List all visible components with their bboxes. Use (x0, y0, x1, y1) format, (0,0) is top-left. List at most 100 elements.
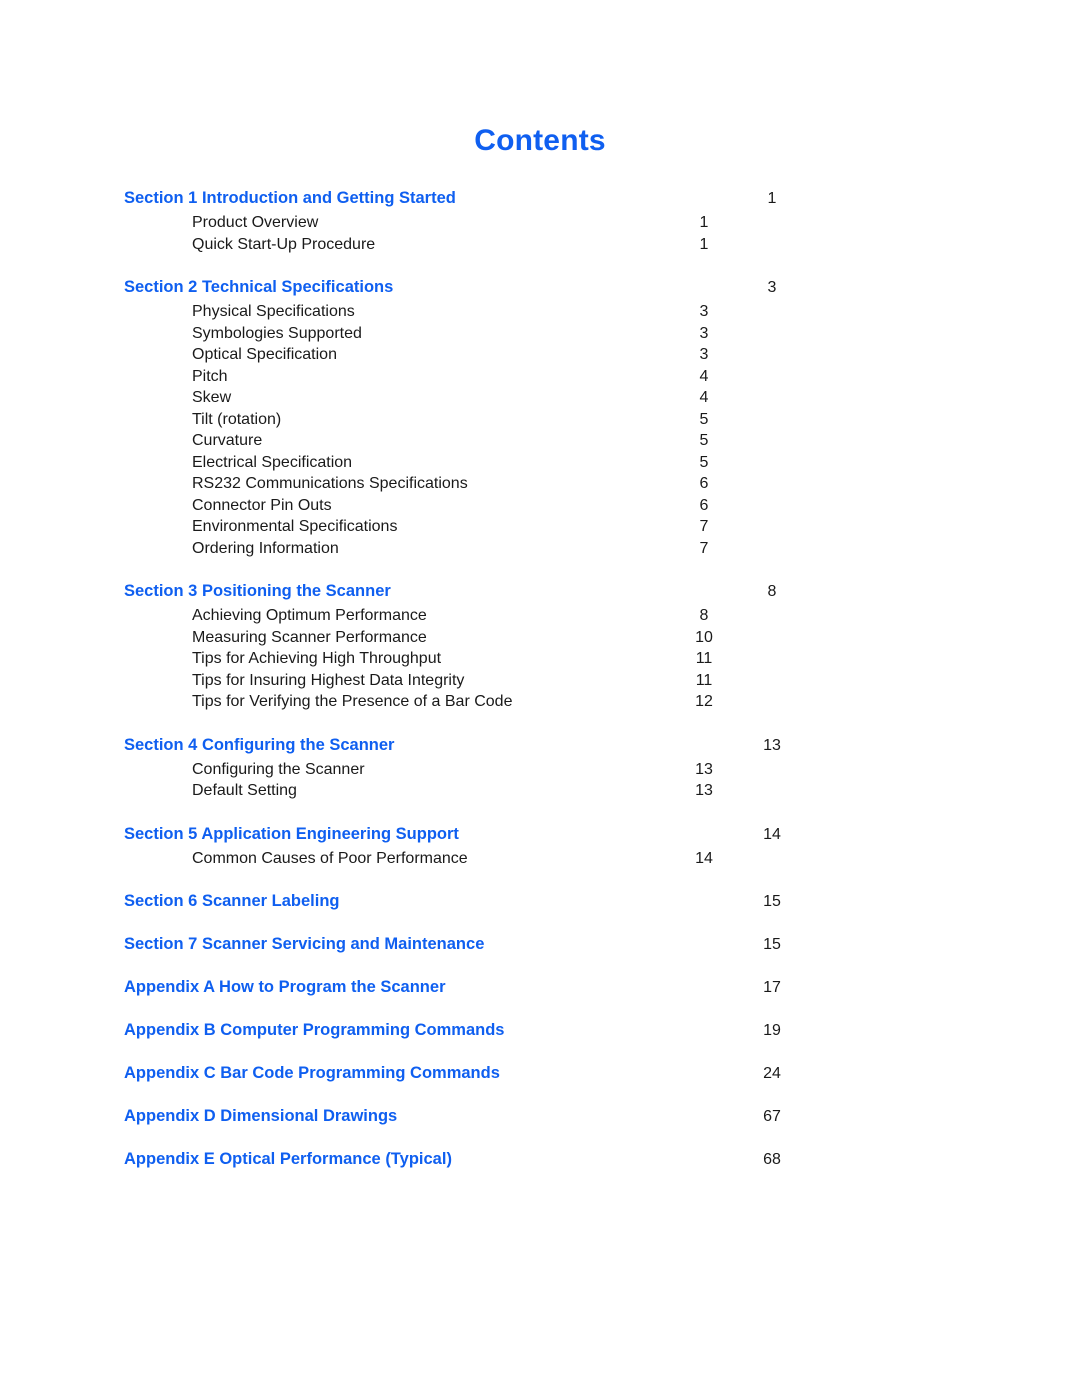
toc-entry-page-number: 1 (699, 214, 709, 231)
toc-entry[interactable]: Curvature 5 (124, 430, 864, 452)
toc-entry-label: Product Overview (192, 214, 319, 231)
toc-section-label: Section 5 Application Engineering Suppor… (124, 824, 459, 843)
toc-entry-label: Electrical Specification (192, 453, 353, 471)
toc-section-page-number: 8 (767, 583, 777, 600)
toc-group: Section 7 Scanner Servicing and Maintena… (124, 932, 864, 957)
toc-entry-page-number: 3 (699, 324, 709, 342)
toc-entry-page-number: 3 (699, 346, 709, 363)
toc-entry-page-number: 10 (695, 628, 713, 646)
toc-entry-label: Default Setting (192, 782, 297, 799)
toc-entry-label: Skew (192, 389, 232, 406)
toc-entry[interactable]: Product Overview 1 (124, 212, 864, 234)
toc-section-heading[interactable]: Section 5 Application Engineering Suppor… (124, 822, 864, 847)
toc-entry-page-number: 5 (699, 453, 709, 471)
toc-group: Section 3 Positioning the Scanner 8 Achiev… (124, 579, 864, 713)
toc-entry-label: Pitch (192, 367, 228, 385)
toc-section-heading[interactable]: Section 2 Technical Specifications 3 (124, 275, 864, 300)
toc-group: Section 2 Technical Specifications 3 Physi… (124, 275, 864, 559)
toc-entry[interactable]: Electrical Specification 5 (124, 452, 864, 474)
toc-section-heading[interactable]: Appendix A How to Program the Scanner 17 (124, 975, 864, 1000)
toc-section-heading[interactable]: Section 6 Scanner Labeling 15 (124, 889, 864, 914)
toc-entry-page-number: 4 (699, 389, 709, 406)
toc-section-label: Section 3 Positioning the Scanner (124, 582, 391, 600)
toc-section-heading[interactable]: Appendix E Optical Performance (Typical)… (124, 1147, 864, 1172)
toc-entry-page-number: 1 (699, 235, 709, 253)
toc-section-label: Section 2 Technical Specifications (124, 278, 394, 296)
toc-entry-page-number: 11 (695, 671, 713, 689)
toc-section-heading[interactable]: Appendix C Bar Code Programming Commands… (124, 1061, 864, 1086)
toc-entry-page-number: 12 (695, 693, 713, 710)
toc-entry[interactable]: RS232 Communications Specifications 6 (124, 473, 864, 495)
toc-entry-page-number: 7 (699, 539, 709, 557)
toc-entry[interactable]: Ordering Information 7 (124, 538, 864, 560)
toc-entry-label: Tips for Achieving High Throughput (192, 650, 442, 667)
toc-group: Section 4 Configuring the Scanner 13 Confi… (124, 733, 864, 802)
toc-section-page-number: 14 (763, 825, 781, 843)
toc-entry-label: Tilt (rotation) (192, 410, 282, 428)
toc-entry-page-number: 13 (695, 760, 713, 778)
toc-entry[interactable]: Achieving Optimum Performance 8 (124, 605, 864, 627)
page-title: Contents (474, 124, 606, 157)
toc-entry-label: Common Causes of Poor Performance (192, 849, 468, 867)
toc-entry-page-number: 13 (695, 782, 713, 799)
toc-section-heading[interactable]: Section 7 Scanner Servicing and Maintena… (124, 932, 864, 957)
toc-section-label: Appendix B Computer Programming Commands (124, 1021, 505, 1039)
toc-entry[interactable]: Tips for Achieving High Throughput 11 (124, 648, 864, 670)
toc-section-label: Section 1 Introduction and Getting Start… (124, 189, 456, 207)
toc-entry[interactable]: Quick Start-Up Procedure 1 (124, 234, 864, 256)
toc-entry-label: RS232 Communications Specifications (192, 475, 468, 492)
toc-section-heading[interactable]: Section 3 Positioning the Scanner 8 (124, 579, 864, 604)
toc-entry-label: Curvature (192, 432, 263, 449)
toc-entry-page-number: 7 (699, 518, 709, 535)
toc-section-label: Section 4 Configuring the Scanner (124, 735, 395, 754)
toc-section-page-number: 19 (763, 1022, 781, 1039)
toc-section-label: Section 7 Scanner Servicing and Maintena… (124, 935, 485, 953)
toc-section-label: Appendix C Bar Code Programming Commands (124, 1064, 500, 1082)
toc-entry[interactable]: Optical Specification 3 (124, 344, 864, 366)
toc-entry[interactable]: Default Setting 13 (124, 780, 864, 802)
toc-entry-page-number: 3 (699, 303, 709, 320)
toc-entry[interactable]: Common Causes of Poor Performance 14 (124, 848, 864, 870)
toc-entry-label: Ordering Information (192, 539, 339, 557)
toc-entry-label: Connector Pin Outs (192, 496, 332, 514)
toc-entry-page-number: 11 (695, 650, 713, 667)
toc-entry-label: Quick Start-Up Procedure (192, 235, 376, 253)
toc-group: Section 1 Introduction and Getting Start… (124, 186, 864, 255)
toc-group: Appendix B Computer Programming Commands… (124, 1018, 864, 1043)
toc-group: Appendix D Dimensional Drawings 67 (124, 1104, 864, 1129)
toc-entry-label: Achieving Optimum Performance (192, 607, 427, 624)
toc-entry[interactable]: Symbologies Supported 3 (124, 323, 864, 345)
toc-entry-page-number: 5 (699, 432, 709, 449)
toc-entry[interactable]: Connector Pin Outs 6 (124, 495, 864, 517)
toc-entry[interactable]: Environmental Specifications 7 (124, 516, 864, 538)
toc-entry[interactable]: Tilt (rotation) 5 (124, 409, 864, 431)
toc-entry[interactable]: Measuring Scanner Performance 10 (124, 627, 864, 649)
toc-section-heading[interactable]: Section 1 Introduction and Getting Start… (124, 186, 864, 211)
toc-entry-page-number: 6 (699, 496, 709, 514)
toc-group: Appendix C Bar Code Programming Commands… (124, 1061, 864, 1086)
document-page: Contents Section 1 Introduction and Gett… (0, 0, 1080, 1397)
toc-entry-label: Physical Specifications (192, 303, 355, 320)
toc-entry-label: Configuring the Scanner (192, 760, 365, 778)
toc-group: Appendix E Optical Performance (Typical)… (124, 1147, 864, 1172)
toc-section-heading[interactable]: Appendix B Computer Programming Commands… (124, 1018, 864, 1043)
toc-entry[interactable]: Tips for Verifying the Presence of a Bar… (124, 691, 864, 713)
toc-section-page-number: 1 (767, 190, 777, 207)
toc-section-label: Appendix A How to Program the Scanner (124, 978, 446, 996)
toc-entry[interactable]: Tips for Insuring Highest Data Integrity… (124, 670, 864, 692)
toc-section-page-number: 15 (763, 893, 781, 910)
toc-section-heading[interactable]: Section 4 Configuring the Scanner 13 (124, 733, 864, 758)
toc-section-page-number: 17 (763, 979, 781, 996)
toc-entry[interactable]: Physical Specifications 3 (124, 301, 864, 323)
toc-section-page-number: 3 (767, 279, 777, 296)
toc-entry-label: Tips for Insuring Highest Data Integrity (192, 671, 465, 689)
toc-entry[interactable]: Skew 4 (124, 387, 864, 409)
toc-entry[interactable]: Configuring the Scanner 13 (124, 759, 864, 781)
toc-entry-page-number: 14 (695, 849, 713, 867)
toc-entry-label: Symbologies Supported (192, 324, 362, 342)
table-of-contents: Section 1 Introduction and Getting Start… (124, 186, 864, 1190)
toc-section-page-number: 68 (763, 1151, 781, 1168)
toc-entry[interactable]: Pitch 4 (124, 366, 864, 388)
toc-entry-label: Tips for Verifying the Presence of a Bar… (192, 693, 513, 710)
toc-section-heading[interactable]: Appendix D Dimensional Drawings 67 (124, 1104, 864, 1129)
